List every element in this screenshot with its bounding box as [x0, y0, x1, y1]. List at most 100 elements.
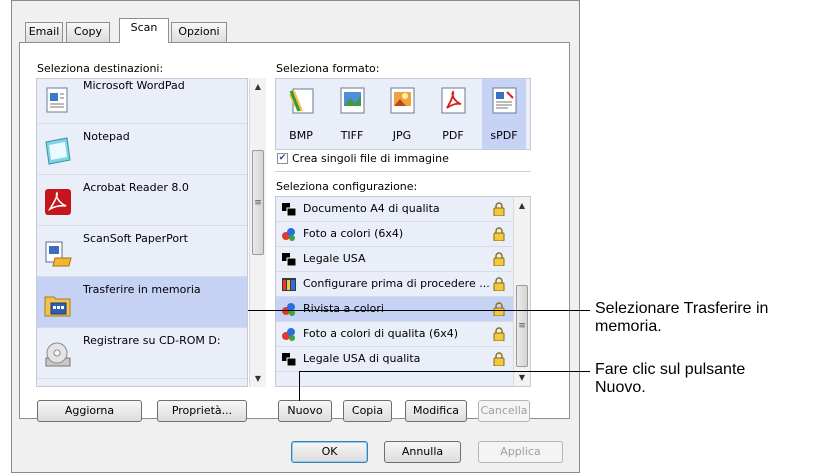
configure-icon [282, 278, 296, 291]
callout-select-memory: Selezionare Trasferire in memoria. [595, 300, 768, 336]
lock-icon [493, 227, 505, 241]
proprieta-button[interactable]: Proprietà... [157, 400, 247, 422]
format-bmp[interactable]: BMP [279, 79, 323, 149]
lock-icon [493, 252, 505, 266]
configuration-item[interactable]: Legale USA [276, 247, 513, 272]
configuration-heading: Seleziona configurazione: [276, 180, 418, 193]
lock-icon [493, 352, 505, 366]
callout-click-nuovo-line1: Fare clic sul pulsante [595, 361, 746, 378]
scroll-thumb[interactable]: ≡ [516, 285, 528, 367]
nuovo-button[interactable]: Nuovo [278, 400, 332, 422]
callout-click-nuovo-line2: Nuovo. [595, 379, 646, 396]
configuration-item[interactable]: Legale USA di qualita [276, 347, 513, 372]
folder-icon [44, 296, 71, 317]
configuration-label: Legale USA di qualita [303, 352, 421, 365]
tiff-icon [340, 87, 365, 114]
destination-item-paperport[interactable]: ScanSoft PaperPort [37, 226, 247, 277]
cancella-button[interactable]: Cancella [478, 400, 530, 422]
destinations-heading: Seleziona destinazioni: [37, 62, 164, 75]
destination-scrollbar[interactable]: ▲ ≡ ▼ [249, 78, 266, 387]
tab-opzioni[interactable]: Opzioni [171, 22, 227, 42]
ok-label: OK [321, 445, 338, 458]
color-photo-icon [282, 328, 295, 341]
pdf-icon [441, 87, 466, 114]
configuration-label: Foto a colori (6x4) [303, 227, 404, 240]
aggiorna-label: Aggiorna [64, 404, 115, 417]
copia-button[interactable]: Copia [343, 400, 392, 422]
configuration-label: Rivista a colori [303, 302, 384, 315]
destination-item-cdrom[interactable]: Registrare su CD-ROM D: [37, 328, 247, 379]
annulla-button[interactable]: Annulla [384, 441, 461, 463]
tab-scan-label: Scan [130, 21, 158, 34]
destination-item-notepad[interactable]: Notepad [37, 124, 247, 175]
tab-opzioni-label: Opzioni [178, 25, 220, 38]
configuration-label: Configurare prima di procedere ... [303, 277, 490, 290]
format-spdf[interactable]: sPDF [482, 79, 526, 149]
format-label: BMP [289, 129, 313, 142]
callout-line-nuovo [299, 371, 590, 372]
format-jpg[interactable]: JPG [380, 79, 424, 149]
scroll-up-arrow-icon[interactable]: ▲ [250, 78, 266, 95]
single-image-files-label: Crea singoli file di immagine [292, 152, 449, 165]
annulla-label: Annulla [401, 445, 444, 458]
format-heading: Seleziona formato: [276, 62, 380, 75]
destination-label: Notepad [83, 130, 130, 143]
format-label: TIFF [340, 129, 364, 142]
tab-scan[interactable]: Scan [119, 18, 169, 43]
callout-line-memory [248, 310, 590, 311]
configuration-item[interactable]: Documento A4 di qualita [276, 197, 513, 222]
aggiorna-button[interactable]: Aggiorna [37, 400, 142, 422]
wordpad-icon [46, 87, 68, 113]
lock-icon [493, 202, 505, 216]
destination-item-wordpad[interactable]: Microsoft WordPad [37, 79, 247, 124]
acrobat-icon [45, 189, 71, 215]
configuration-label: Documento A4 di qualita [303, 202, 440, 215]
configuration-item[interactable]: Configurare prima di procedere ... [276, 272, 513, 297]
bw-document-icon [282, 203, 296, 216]
bmp-icon [289, 88, 314, 114]
format-pdf[interactable]: PDF [431, 79, 475, 149]
configuration-list: Documento A4 di qualita Foto a colori (6… [275, 196, 531, 387]
destination-list: Microsoft WordPad Notepad Acrobat Reader… [36, 78, 248, 387]
paperport-icon [45, 241, 72, 267]
configuration-item[interactable]: Foto a colori (6x4) [276, 222, 513, 247]
destination-item-memory[interactable]: Trasferire in memoria [37, 277, 247, 328]
cancella-label: Cancella [480, 404, 528, 417]
modifica-button[interactable]: Modifica [405, 400, 467, 422]
bw-document-icon [282, 353, 296, 366]
callout-click-nuovo: Fare clic sul pulsante Nuovo. [595, 361, 745, 397]
format-tiff[interactable]: TIFF [330, 79, 374, 149]
scroll-down-arrow-icon[interactable]: ▼ [250, 370, 266, 387]
tab-copy[interactable]: Copy [66, 22, 110, 42]
format-selector: BMP TIFF JPG PDF sPDF [275, 78, 531, 150]
destination-item-acrobat[interactable]: Acrobat Reader 8.0 [37, 175, 247, 226]
destination-label: Microsoft WordPad [83, 79, 185, 92]
nuovo-label: Nuovo [287, 404, 323, 417]
lock-icon [493, 327, 505, 341]
scroll-thumb[interactable]: ≡ [252, 150, 264, 255]
configuration-item[interactable]: Foto a colori di qualita (6x4) [276, 322, 513, 347]
color-photo-icon [282, 228, 295, 241]
configuration-scrollbar[interactable]: ▲ ≡ ▼ [513, 197, 530, 386]
format-label: sPDF [490, 129, 518, 142]
ok-button[interactable]: OK [291, 441, 368, 463]
configuration-label: Foto a colori di qualita (6x4) [303, 327, 459, 340]
grip-icon: ≡ [254, 197, 262, 208]
destination-label: Acrobat Reader 8.0 [83, 181, 189, 194]
jpg-icon [390, 87, 415, 114]
callout-select-memory-line1: Selezionare Trasferire in [595, 300, 769, 317]
applica-button[interactable]: Applica [478, 441, 563, 463]
grip-icon: ≡ [518, 321, 526, 331]
single-image-files-checkbox[interactable]: ✔ [277, 153, 288, 164]
tab-copy-label: Copy [74, 25, 102, 38]
cdrom-icon [45, 342, 71, 367]
lock-icon [493, 277, 505, 291]
callout-select-memory-line2: memoria. [595, 318, 662, 335]
scroll-up-arrow-icon[interactable]: ▲ [514, 197, 530, 214]
destination-label: Trasferire in memoria [83, 283, 201, 296]
copia-label: Copia [351, 404, 384, 417]
divider [275, 171, 531, 172]
proprieta-label: Proprietà... [171, 404, 233, 417]
tab-email[interactable]: Email [25, 22, 63, 42]
spdf-icon [492, 87, 517, 114]
